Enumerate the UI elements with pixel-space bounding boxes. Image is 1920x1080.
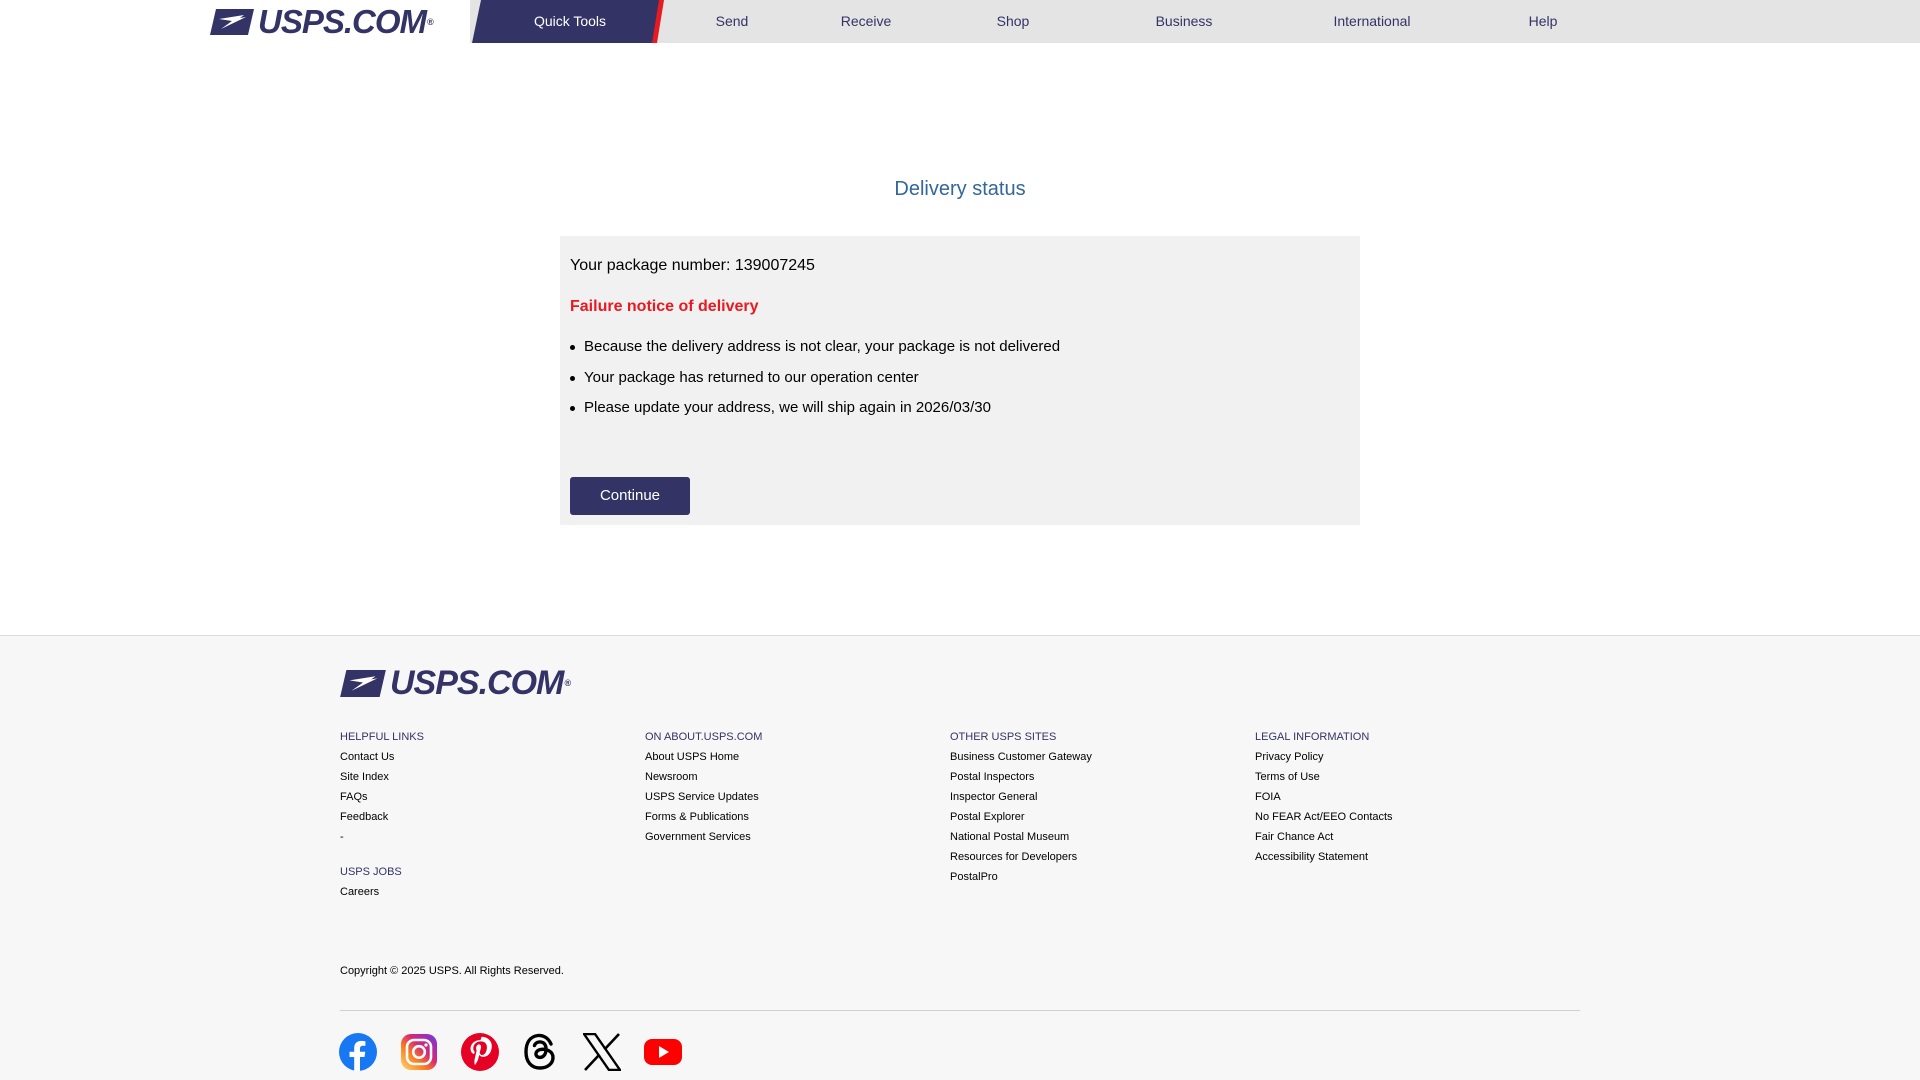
continue-button[interactable]: Continue [570, 477, 690, 515]
pinterest-icon[interactable] [460, 1032, 500, 1072]
copyright-text: Copyright © 2025 USPS. All Rights Reserv… [340, 965, 564, 977]
nav-receive[interactable]: Receive [820, 0, 912, 43]
helpful-links-heading: HELPFUL LINKS [340, 731, 424, 743]
threads-icon[interactable] [520, 1032, 560, 1072]
helpful-links-column: HELPFUL LINKS Contact Us Site Index FAQs… [340, 731, 630, 906]
footer-link-terms-of-use[interactable]: Terms of Use [1255, 771, 1545, 784]
footer-link-postal-museum[interactable]: National Postal Museum [950, 831, 1240, 844]
footer-link-newsroom[interactable]: Newsroom [645, 771, 935, 784]
footer-logo-wordmark: USPS.COM® [390, 664, 571, 702]
footer-link-site-index[interactable]: Site Index [340, 771, 630, 784]
list-item: Your package has returned to our operati… [570, 369, 1060, 387]
usps-logo[interactable]: USPS.COM® [210, 3, 434, 40]
package-number: Your package number: 139007245 [570, 257, 815, 274]
footer-link-service-updates[interactable]: USPS Service Updates [645, 791, 935, 804]
list-item: Please update your address, we will ship… [570, 399, 1060, 417]
nav-send[interactable]: Send [690, 0, 774, 43]
other-usps-sites-column: OTHER USPS SITES Business Customer Gatew… [950, 731, 1240, 891]
footer-link-contact-us[interactable]: Contact Us [340, 751, 630, 764]
footer-link-business-gateway[interactable]: Business Customer Gateway [950, 751, 1240, 764]
eagle-logo-icon [340, 669, 386, 697]
footer-link-inspector-general[interactable]: Inspector General [950, 791, 1240, 804]
about-usps-column: ON ABOUT.USPS.COM About USPS Home Newsro… [645, 731, 935, 851]
footer-link-privacy-policy[interactable]: Privacy Policy [1255, 751, 1545, 764]
top-navigation-bar: USPS.COM® Quick Tools Send Receive Shop … [0, 0, 1920, 43]
list-item: Because the delivery address is not clea… [570, 338, 1060, 356]
legal-heading: LEGAL INFORMATION [1255, 731, 1370, 743]
about-usps-heading: ON ABOUT.USPS.COM [645, 731, 763, 743]
footer-link-no-fear-act[interactable]: No FEAR Act/EEO Contacts [1255, 811, 1545, 824]
instagram-icon[interactable] [399, 1032, 439, 1072]
page-title: Delivery status [894, 178, 1026, 200]
footer-usps-logo[interactable]: USPS.COM® [340, 664, 571, 702]
nav-quick-tools[interactable]: Quick Tools [472, 0, 668, 43]
footer-link-forms-publications[interactable]: Forms & Publications [645, 811, 935, 824]
footer-divider [340, 1010, 1580, 1011]
footer-link-accessibility[interactable]: Accessibility Statement [1255, 851, 1545, 864]
usps-jobs-heading: USPS JOBS [340, 866, 402, 878]
nav-help[interactable]: Help [1516, 0, 1570, 43]
failure-reasons-list: Because the delivery address is not clea… [570, 338, 1060, 430]
facebook-icon[interactable] [338, 1032, 378, 1072]
footer-link-government-services[interactable]: Government Services [645, 831, 935, 844]
other-sites-heading: OTHER USPS SITES [950, 731, 1057, 743]
footer-link-feedback[interactable]: Feedback [340, 811, 630, 824]
footer-link-about-usps-home[interactable]: About USPS Home [645, 751, 935, 764]
nav-international[interactable]: International [1320, 0, 1424, 43]
footer-link-postal-explorer[interactable]: Postal Explorer [950, 811, 1240, 824]
footer-link-fair-chance-act[interactable]: Fair Chance Act [1255, 831, 1545, 844]
delivery-status-panel: Your package number: 139007245 Failure n… [560, 236, 1360, 525]
youtube-icon[interactable] [643, 1032, 683, 1072]
footer-link-foia[interactable]: FOIA [1255, 791, 1545, 804]
nav-business[interactable]: Business [1140, 0, 1228, 43]
eagle-logo-icon [210, 9, 254, 35]
x-icon[interactable] [582, 1032, 622, 1072]
failure-notice-heading: Failure notice of delivery [570, 298, 759, 315]
footer-link-faqs[interactable]: FAQs [340, 791, 630, 804]
footer-link-developer-resources[interactable]: Resources for Developers [950, 851, 1240, 864]
site-footer: USPS.COM® HELPFUL LINKS Contact Us Site … [0, 635, 1920, 1080]
nav-shop[interactable]: Shop [976, 0, 1050, 43]
footer-link-careers[interactable]: Careers [340, 886, 630, 899]
footer-link-postalpro[interactable]: PostalPro [950, 871, 1240, 884]
logo-wordmark: USPS.COM® [258, 3, 434, 40]
legal-information-column: LEGAL INFORMATION Privacy Policy Terms o… [1255, 731, 1545, 871]
footer-link-postal-inspectors[interactable]: Postal Inspectors [950, 771, 1240, 784]
footer-link-dash[interactable]: - [340, 831, 630, 844]
